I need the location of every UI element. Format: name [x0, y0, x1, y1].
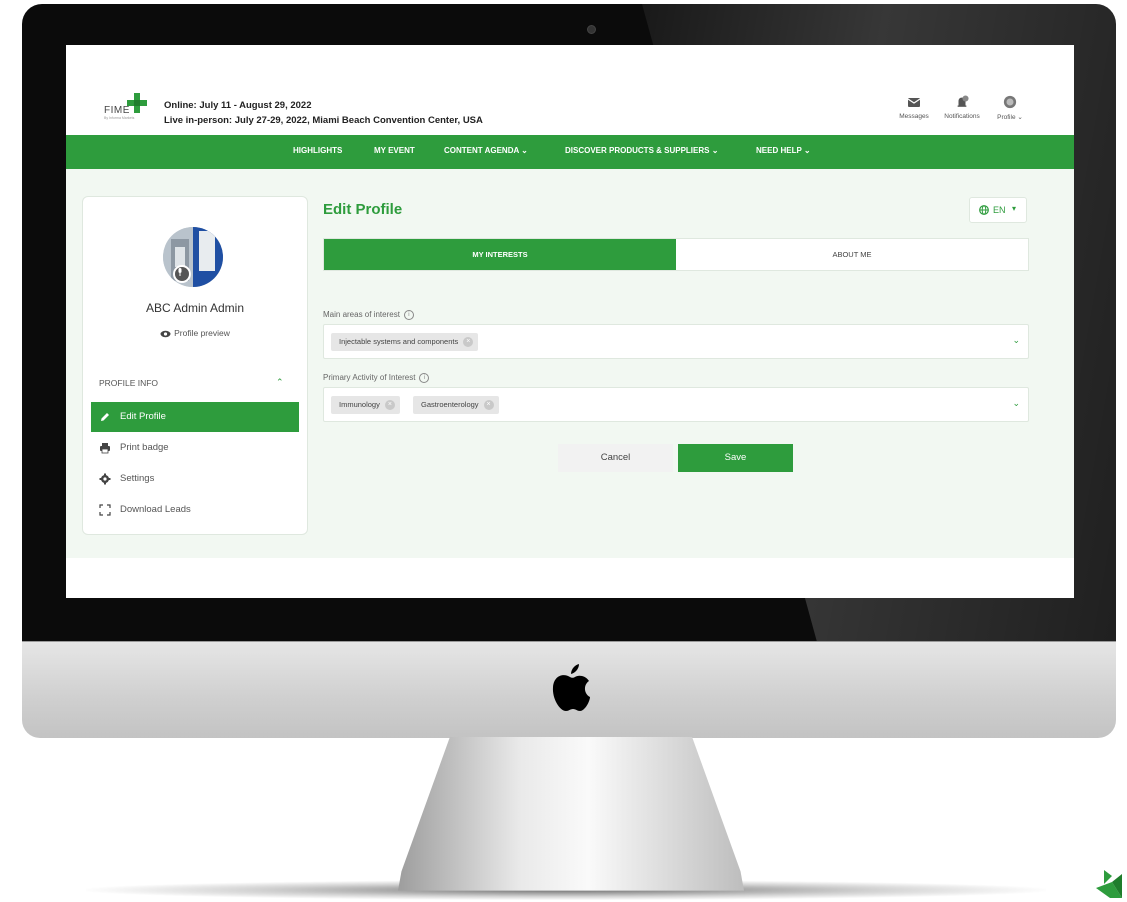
- logo-text: FIME: [104, 105, 130, 116]
- info-icon[interactable]: i: [419, 373, 430, 383]
- bell-icon: [957, 95, 969, 107]
- profile-menu-button[interactable]: Profile ⌄: [980, 95, 1040, 121]
- sidebar-item-label: Settings: [120, 473, 155, 484]
- sidebar-item-label: Edit Profile: [120, 411, 166, 422]
- sidebar-item-edit-profile[interactable]: Edit Profile: [91, 402, 299, 432]
- main-nav: HIGHLIGHTS MY EVENT CONTENT AGENDA ⌄ DIS…: [66, 135, 1074, 169]
- logo-cross-icon: [127, 93, 147, 113]
- sidebar-item-download-leads[interactable]: Download Leads: [91, 495, 299, 525]
- nav-item-my-event[interactable]: MY EVENT: [374, 146, 415, 155]
- language-selector[interactable]: EN ▾: [969, 197, 1027, 223]
- screen: FIME By Informa Markets Online: July 11 …: [66, 45, 1074, 598]
- profile-sidebar: ABC Admin Admin Profile preview PROFILE …: [82, 196, 308, 535]
- sidebar-item-print-badge[interactable]: Print badge: [91, 433, 299, 463]
- pencil-icon: [101, 413, 109, 421]
- profile-info-header[interactable]: PROFILE INFO: [99, 378, 158, 388]
- sidebar-item-label: Download Leads: [120, 504, 191, 515]
- globe-icon: [979, 205, 989, 215]
- microphone-icon[interactable]: [173, 265, 191, 283]
- gear-icon: [99, 473, 111, 485]
- page-title: Edit Profile: [323, 201, 403, 218]
- nav-item-discover-products[interactable]: DISCOVER PRODUCTS & SUPPLIERS ⌄: [565, 146, 718, 155]
- chevron-down-icon[interactable]: ⌄: [1012, 335, 1020, 346]
- profile-preview-link[interactable]: Profile preview: [83, 328, 307, 338]
- primary-activity-select[interactable]: Immunology × Gastroenterology × ⌄: [323, 387, 1029, 422]
- sidebar-item-settings[interactable]: Settings: [91, 464, 299, 494]
- nav-item-content-agenda[interactable]: CONTENT AGENDA ⌄: [444, 146, 528, 155]
- brand-corner-logo-icon: [1096, 870, 1122, 898]
- chip-label: Gastroenterology: [421, 400, 479, 409]
- profile-label: Profile: [997, 114, 1016, 121]
- tab-my-interests[interactable]: MY INTERESTS: [324, 239, 676, 270]
- info-icon[interactable]: i: [403, 310, 414, 320]
- remove-chip-icon[interactable]: ×: [463, 337, 474, 347]
- profile-avatar-icon: [1003, 95, 1017, 109]
- primary-activity-label: Primary Activity of Interest i: [323, 373, 430, 383]
- cancel-button[interactable]: Cancel: [558, 444, 673, 472]
- expand-icon: [99, 504, 111, 516]
- fime-logo[interactable]: FIME By Informa Markets: [92, 93, 152, 123]
- avatar-photo: [163, 227, 223, 287]
- chevron-up-icon[interactable]: ⌃: [276, 377, 284, 388]
- profile-preview-label: Profile preview: [174, 328, 230, 338]
- nav-item-need-help[interactable]: NEED HELP ⌄: [756, 146, 811, 155]
- chip-label: Injectable systems and components: [339, 337, 459, 346]
- activity-chip: Gastroenterology ×: [413, 396, 499, 414]
- language-label: EN: [993, 205, 1006, 215]
- caret-down-icon: ▾: [1012, 204, 1017, 213]
- monitor-stand: [398, 737, 744, 891]
- profile-label-wrap: Profile ⌄: [997, 114, 1023, 121]
- eye-icon: [160, 330, 171, 337]
- interest-chip: Injectable systems and components ×: [331, 333, 479, 351]
- remove-chip-icon[interactable]: ×: [483, 400, 494, 410]
- main-interest-select[interactable]: Injectable systems and components × ⌄: [323, 324, 1029, 359]
- remove-chip-icon[interactable]: ×: [384, 400, 395, 410]
- save-button[interactable]: Save: [678, 444, 793, 472]
- event-online-dates: Online: July 11 - August 29, 2022: [164, 100, 312, 111]
- main-interest-label: Main areas of interest i: [323, 310, 414, 320]
- main-interest-label-text: Main areas of interest: [323, 310, 400, 320]
- microphone-glyph: [178, 268, 182, 276]
- apple-logo-icon: [552, 664, 590, 711]
- camera-icon: [587, 25, 596, 34]
- chip-label: Immunology: [339, 400, 380, 409]
- primary-activity-label-text: Primary Activity of Interest: [323, 373, 416, 383]
- event-live-dates: Live in-person: July 27-29, 2022, Miami …: [164, 115, 483, 126]
- top-bar: FIME By Informa Markets Online: July 11 …: [66, 45, 1074, 135]
- envelope-icon: [907, 98, 921, 107]
- chevron-down-icon[interactable]: ⌄: [1012, 398, 1020, 409]
- avatar[interactable]: [163, 227, 223, 287]
- sidebar-item-label: Print badge: [120, 442, 169, 453]
- printer-icon: [100, 443, 110, 454]
- user-name: ABC Admin Admin: [145, 301, 245, 315]
- tab-about-me[interactable]: ABOUT ME: [676, 239, 1028, 270]
- nav-item-highlights[interactable]: HIGHLIGHTS: [293, 146, 342, 155]
- logo-subtext: By Informa Markets: [104, 116, 135, 120]
- activity-chip: Immunology ×: [331, 396, 400, 414]
- profile-tabs: MY INTERESTS ABOUT ME: [323, 238, 1029, 271]
